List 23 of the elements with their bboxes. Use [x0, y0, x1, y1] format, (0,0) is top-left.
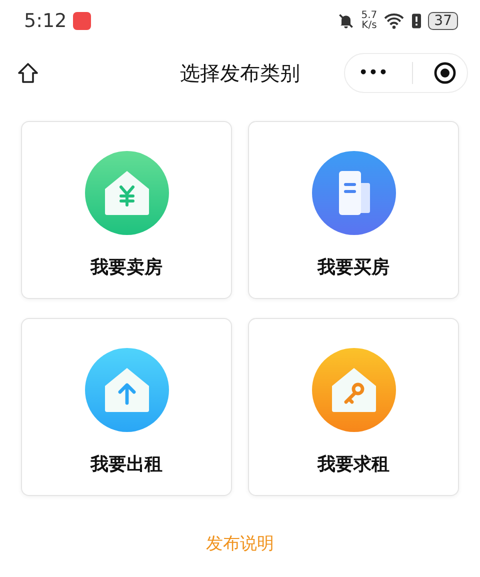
- category-label: 我要卖房: [90, 256, 162, 279]
- document-icon: [312, 151, 396, 235]
- category-label: 我要求租: [318, 453, 390, 476]
- category-card[interactable]: 我要买房: [248, 121, 459, 299]
- network-speed-value: 5.7: [361, 11, 378, 21]
- network-speed-unit: K/s: [362, 21, 377, 31]
- more-button[interactable]: •••: [354, 65, 393, 81]
- page-title: 选择发布类别: [180, 60, 300, 86]
- category-card[interactable]: 我要出租: [21, 318, 232, 496]
- battery-level: 37: [428, 12, 458, 30]
- house-key-icon: [312, 348, 396, 432]
- close-target-icon[interactable]: [433, 61, 458, 85]
- app-notification-icon: [72, 12, 91, 30]
- category-card[interactable]: 我要求租: [248, 318, 459, 496]
- category-card[interactable]: 我要卖房: [21, 121, 232, 299]
- home-icon[interactable]: [16, 61, 40, 85]
- category-label: 我要买房: [318, 256, 390, 279]
- wifi-icon: [383, 12, 406, 30]
- clock-time: 5:12: [24, 10, 67, 32]
- mute-bell-icon: [337, 12, 356, 30]
- house-yen-icon: [84, 151, 168, 235]
- alert-battery-icon: [411, 12, 422, 30]
- category-label: 我要出租: [90, 453, 162, 476]
